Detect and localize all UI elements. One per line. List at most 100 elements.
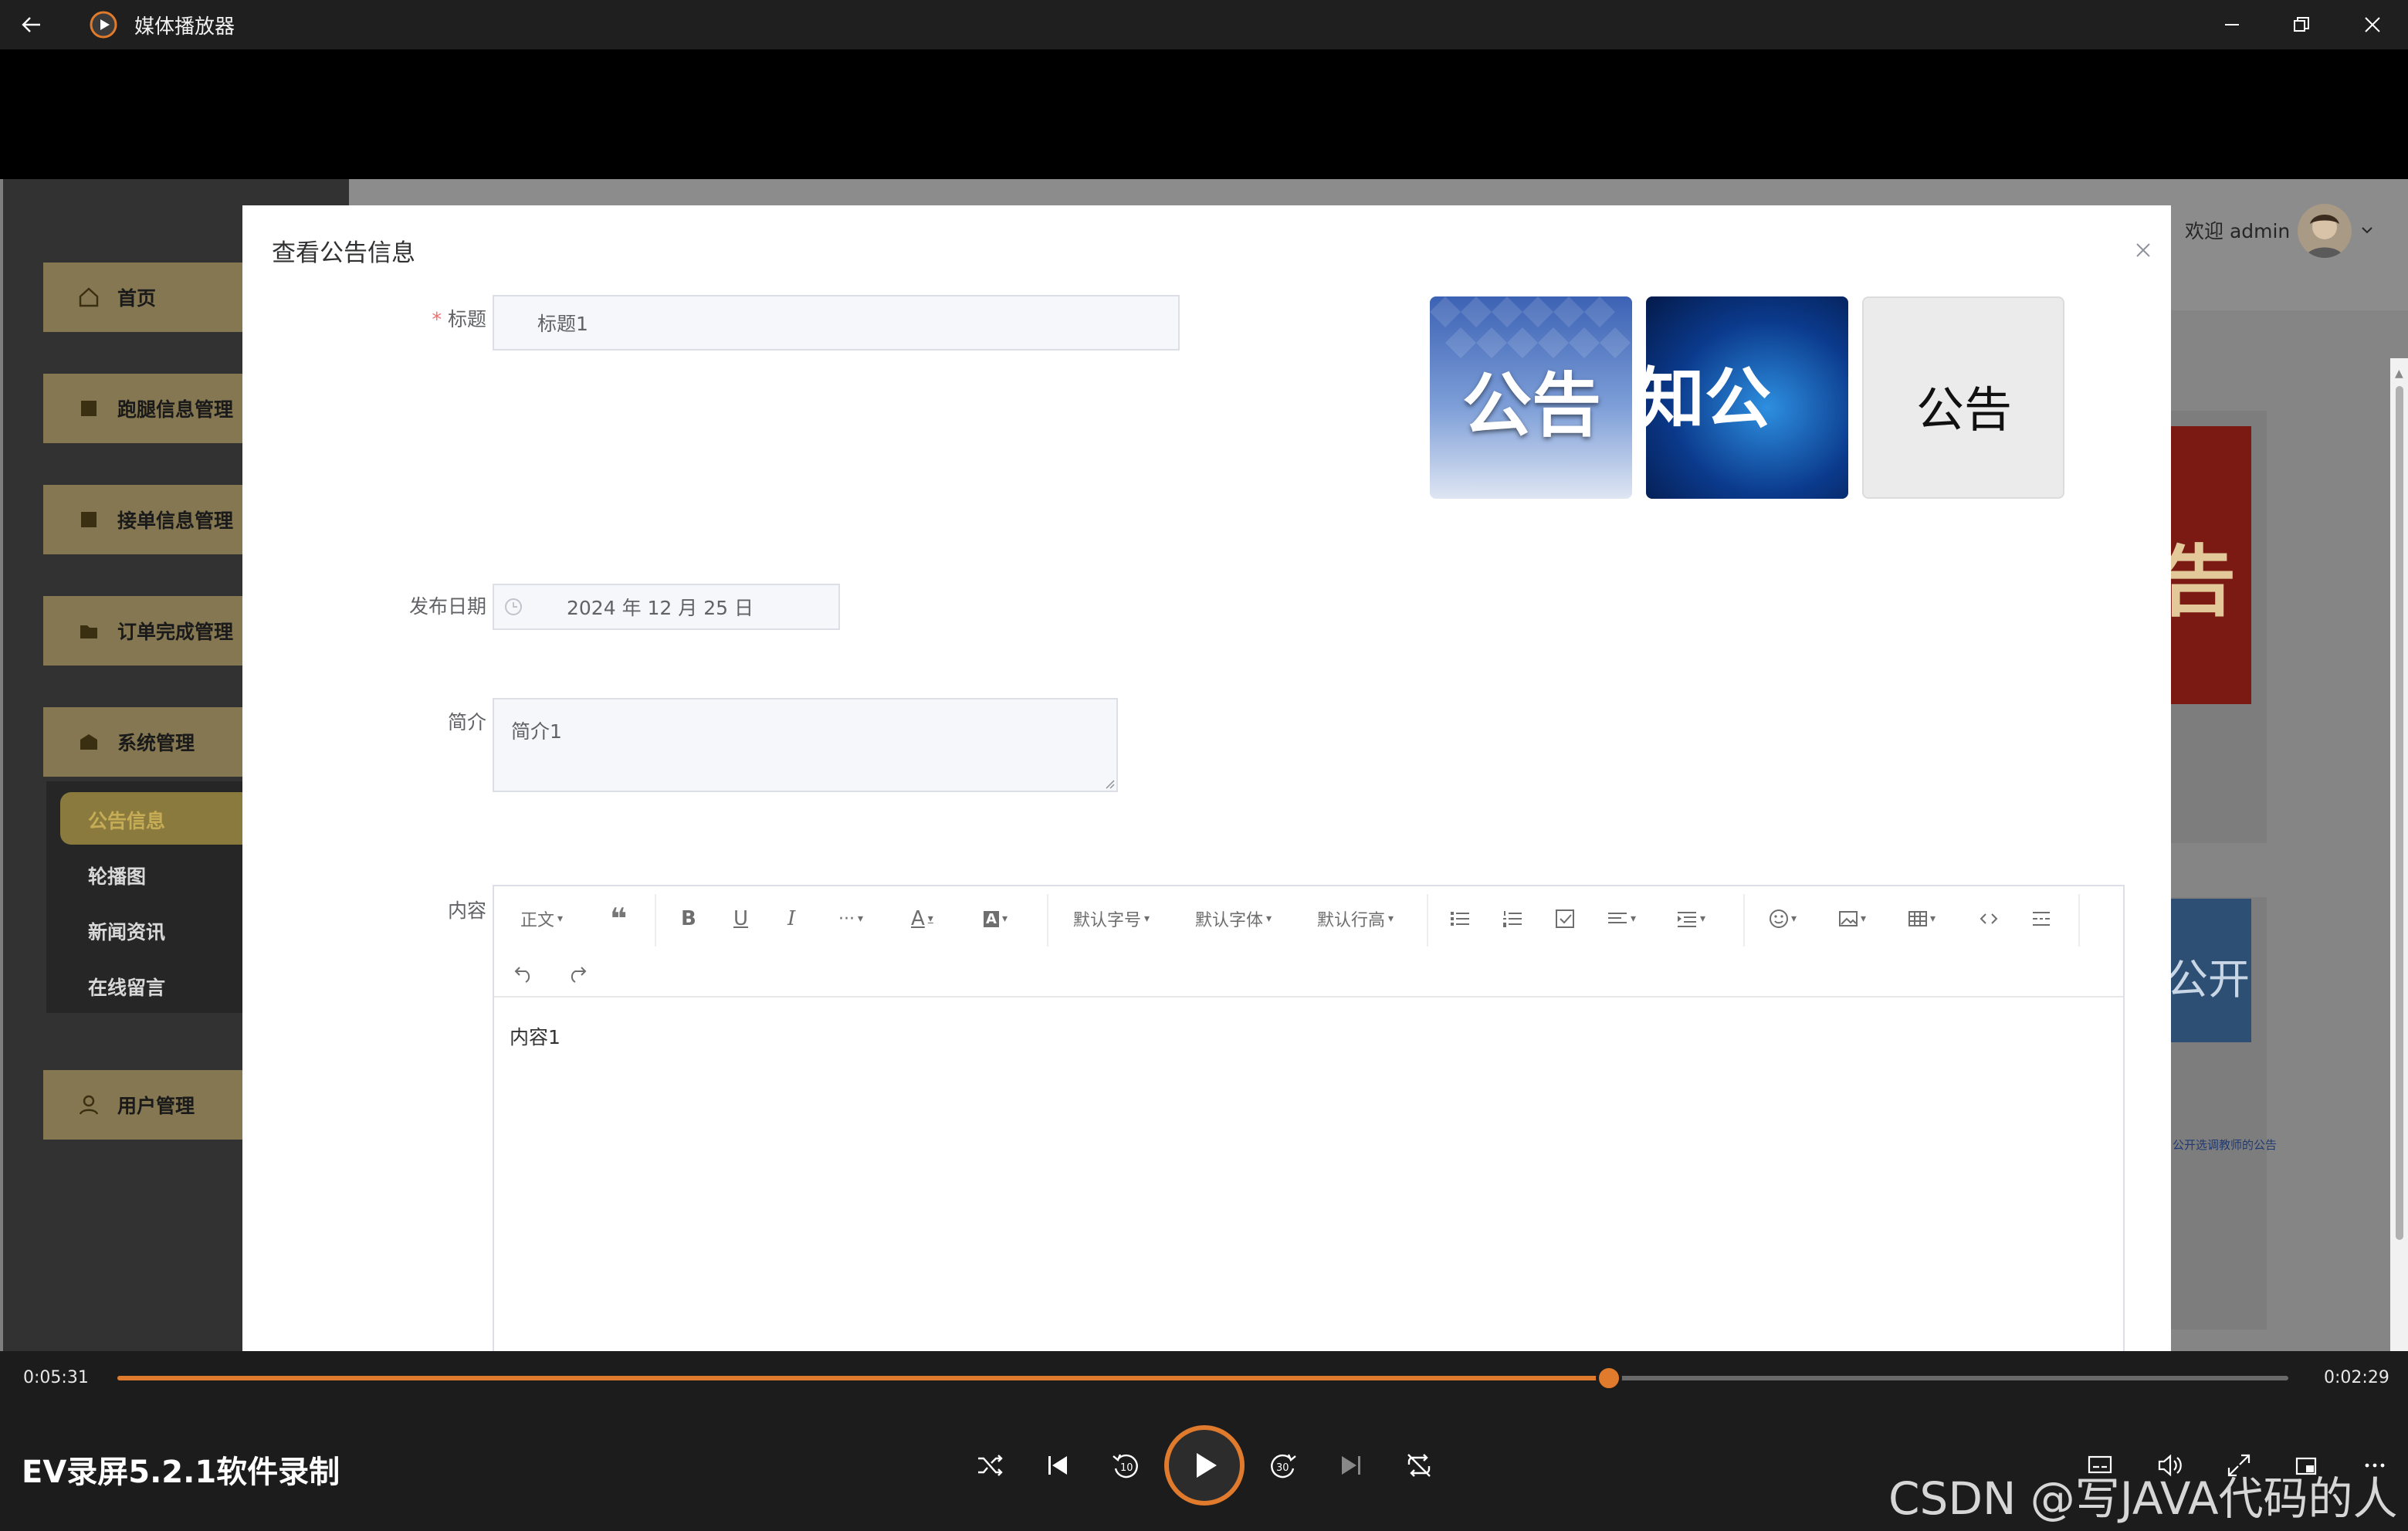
- svg-text:10: 10: [1120, 1462, 1133, 1474]
- background-card-caption: 公开选调教师的公告: [2173, 1138, 2278, 1152]
- announcement-dialog: 查看公告信息 * 标题 标题1 封面 公告 知公 公告: [242, 205, 2171, 1351]
- toolbar-divider: [1743, 894, 1745, 947]
- intro-value: 简介1: [511, 720, 562, 743]
- forward-30-icon[interactable]: 30: [1260, 1442, 1306, 1489]
- paragraph-dropdown[interactable]: 正文 ▾: [520, 897, 563, 940]
- more-styles-dropdown[interactable]: ··· ▾: [838, 897, 863, 940]
- line-height-label: 默认行高: [1317, 911, 1386, 930]
- cover-text: 公告: [1462, 365, 1601, 446]
- play-icon: [1197, 1453, 1217, 1478]
- divider-line-icon[interactable]: [2030, 897, 2052, 940]
- scroll-up-icon[interactable]: ▲: [2395, 368, 2403, 380]
- play-button[interactable]: [1164, 1425, 1245, 1506]
- font-family-dropdown[interactable]: 默认字体 ▾: [1195, 897, 1272, 940]
- date-field[interactable]: 2024 年 12 月 25 日: [493, 584, 840, 630]
- window-title: 媒体播放器: [134, 15, 235, 39]
- sidebar-item-label: 跑腿信息管理: [117, 398, 234, 421]
- vertical-scrollbar[interactable]: ▲ ▼: [2390, 358, 2408, 1351]
- background-card-image: 告: [2166, 426, 2251, 704]
- rich-text-editor: 正文 ▾ ❝ B U I ··· ▾ A ▾ A ▾ 默认字号 ▾ 默认字体 ▾ 默认行高 ▾: [493, 885, 2125, 1351]
- rewind-10-icon[interactable]: 10: [1102, 1442, 1149, 1489]
- seek-bar[interactable]: [117, 1365, 2288, 1391]
- media-title: EV录屏5.2.1软件录制: [22, 1455, 340, 1490]
- folder-icon: [80, 734, 97, 750]
- submenu-item-messages[interactable]: 在线留言: [88, 973, 165, 1001]
- undo-icon[interactable]: [513, 951, 536, 994]
- player-controls: 0:05:31 0:02:29 EV录屏5.2.1软件录制 10 30 CSDN…: [0, 1351, 2408, 1531]
- bullet-list-icon[interactable]: [1448, 897, 1472, 940]
- date-label: 发布日期: [408, 595, 486, 618]
- folder-icon: [81, 512, 97, 527]
- sidebar-item-label: 接单信息管理: [117, 510, 234, 532]
- scrollbar-thumb[interactable]: [2396, 386, 2403, 1240]
- clock-icon: [505, 598, 522, 615]
- image-icon[interactable]: ▾: [1837, 897, 1866, 940]
- numbered-list-icon[interactable]: [1501, 897, 1524, 940]
- intro-label: 简介: [447, 711, 486, 733]
- font-color-icon[interactable]: A ▾: [911, 897, 933, 940]
- background-card-text: 告: [2166, 537, 2236, 627]
- welcome-text: 欢迎 admin: [2185, 220, 2291, 242]
- toolbar-divider: [1047, 894, 1048, 947]
- background-card-text: 公开: [2166, 955, 2250, 1004]
- bg-color-icon[interactable]: A ▾: [984, 897, 1008, 940]
- restore-button[interactable]: [2267, 0, 2336, 49]
- cover-image-1[interactable]: 公告: [1430, 296, 1632, 499]
- folder-icon: [80, 625, 97, 638]
- home-icon: [79, 287, 99, 307]
- toolbar-divider: [1427, 894, 1428, 947]
- close-icon[interactable]: [2126, 233, 2160, 267]
- intro-textarea[interactable]: 简介1: [493, 698, 1118, 792]
- title-label: 标题: [447, 308, 486, 330]
- submenu-item-news[interactable]: 新闻资讯: [88, 917, 165, 945]
- seek-bar-thumb[interactable]: [1595, 1365, 1622, 1391]
- cover-image-2[interactable]: 知公: [1646, 296, 1848, 499]
- title-bar: 媒体播放器: [0, 0, 2408, 49]
- emoji-icon[interactable]: ▾: [1768, 897, 1797, 940]
- quote-icon[interactable]: ❝: [610, 897, 627, 940]
- elapsed-time: 0:05:31: [23, 1368, 89, 1387]
- line-height-dropdown[interactable]: 默认行高 ▾: [1317, 897, 1394, 940]
- video-frame: 首页 跑腿信息管理 接单信息管理 订单完成管理 系统管理 公告信息 轮播图 新闻…: [0, 179, 2408, 1351]
- indent-icon[interactable]: ▾: [1675, 897, 1705, 940]
- submenu-item-announcements[interactable]: 公告信息: [88, 806, 165, 834]
- repeat-off-icon[interactable]: [1396, 1442, 1442, 1489]
- previous-icon[interactable]: [1035, 1442, 1081, 1489]
- dialog-title: 查看公告信息: [272, 239, 415, 267]
- sidebar-item-label: 订单完成管理: [117, 621, 234, 643]
- content-label: 内容: [447, 899, 486, 922]
- toolbar-divider: [2078, 894, 2080, 947]
- back-arrow-icon[interactable]: [12, 6, 49, 43]
- sidebar-item-label: 首页: [117, 287, 157, 310]
- code-icon[interactable]: [1978, 897, 2000, 940]
- shuffle-icon[interactable]: [967, 1442, 1013, 1489]
- watermark: CSDN @写JAVA代码的人: [1888, 1472, 2398, 1525]
- date-value: 2024 年 12 月 25 日: [567, 597, 754, 619]
- title-label-wrap: * 标题: [363, 304, 486, 332]
- bold-icon[interactable]: B: [681, 897, 696, 940]
- redo-icon[interactable]: [565, 951, 588, 994]
- sidebar-item-label: 用户管理: [117, 1095, 195, 1117]
- italic-icon[interactable]: I: [787, 897, 795, 940]
- close-button[interactable]: [2338, 0, 2407, 49]
- paragraph-label: 正文: [520, 911, 555, 930]
- cover-image-3[interactable]: 公告: [1862, 296, 2064, 499]
- resize-handle-icon[interactable]: [1104, 778, 1115, 789]
- submenu-item-carousel[interactable]: 轮播图: [88, 862, 146, 889]
- user-icon: [79, 1095, 99, 1115]
- table-icon[interactable]: ▾: [1907, 897, 1936, 940]
- media-player-window: 媒体播放器 首页 跑腿信息管理 接单信息管理 订单完成管理 系统管理 公告信息 …: [0, 0, 2408, 1531]
- font-size-dropdown[interactable]: 默认字号 ▾: [1073, 897, 1150, 940]
- avatar[interactable]: [2298, 204, 2352, 258]
- underline-icon[interactable]: U: [733, 897, 748, 940]
- required-mark: *: [432, 308, 442, 330]
- todo-checkbox-icon[interactable]: [1553, 897, 1577, 940]
- next-icon[interactable]: [1328, 1442, 1374, 1489]
- title-field[interactable]: 标题1: [493, 295, 1180, 351]
- editor-content[interactable]: 内容1: [510, 1022, 561, 1050]
- remaining-time: 0:02:29: [2324, 1368, 2389, 1387]
- minimize-button[interactable]: [2197, 0, 2267, 49]
- align-icon[interactable]: ▾: [1606, 897, 1636, 940]
- chevron-down-icon[interactable]: [2356, 219, 2378, 241]
- folder-icon: [81, 401, 97, 416]
